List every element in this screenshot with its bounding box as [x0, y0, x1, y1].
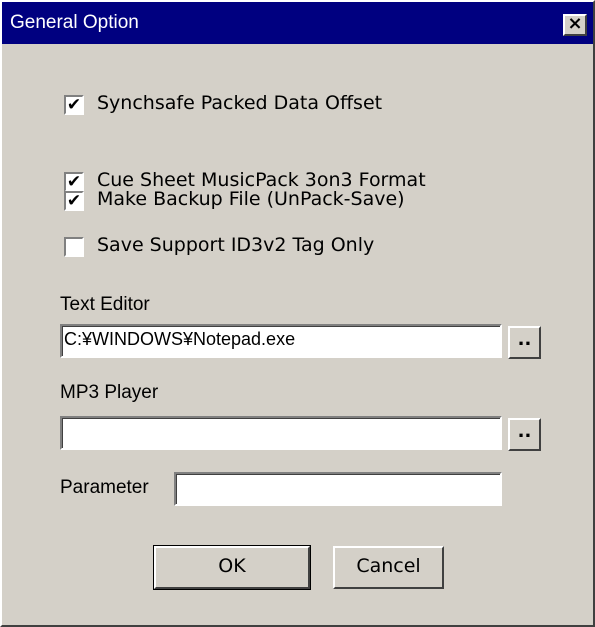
mp3-player-browse-button[interactable]: .. [508, 418, 541, 451]
cancel-button[interactable]: Cancel [333, 546, 444, 589]
id3v2-checkbox[interactable] [64, 237, 84, 257]
parameter-input[interactable] [174, 472, 502, 506]
synchsafe-label: Synchsafe Packed Data Offset [97, 92, 383, 114]
mp3-player-label: MP3 Player [60, 382, 159, 403]
close-button[interactable]: × [563, 14, 587, 36]
backup-label: Make Backup File (UnPack-Save) [97, 188, 405, 210]
text-editor-input[interactable]: C:¥WINDOWS¥Notepad.exe [60, 324, 502, 358]
ok-button[interactable]: OK [153, 545, 311, 590]
backup-checkbox[interactable]: ✔ [64, 191, 84, 211]
id3v2-label: Save Support ID3v2 Tag Only [97, 234, 375, 256]
mp3-player-input[interactable] [60, 416, 502, 450]
text-editor-browse-button[interactable]: .. [508, 326, 541, 359]
title-bar: General Option × [2, 2, 593, 44]
cue-sheet-checkbox[interactable]: ✔ [64, 172, 84, 192]
text-editor-label: Text Editor [60, 294, 150, 315]
parameter-label: Parameter [60, 477, 149, 498]
general-option-dialog: General Option × ✔ Synchsafe Packed Data… [0, 0, 595, 627]
window-title: General Option [10, 12, 139, 33]
synchsafe-checkbox[interactable]: ✔ [64, 95, 84, 115]
